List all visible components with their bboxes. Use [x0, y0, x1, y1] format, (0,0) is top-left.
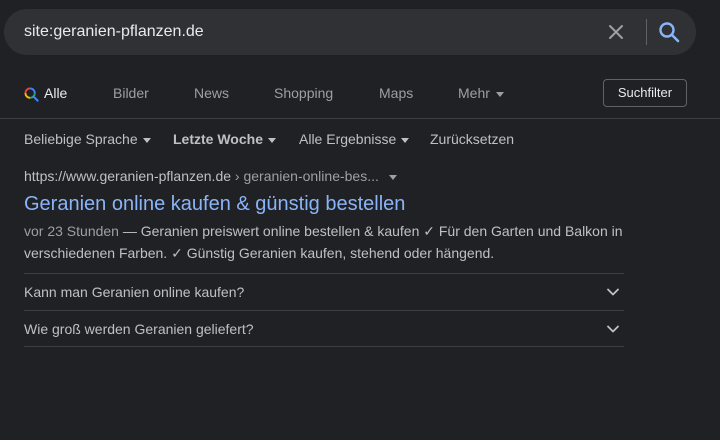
- tab-label: Mehr: [458, 85, 490, 101]
- caret-down-icon[interactable]: [388, 174, 397, 180]
- result-url-path: › geranien-online-bes...: [231, 168, 379, 184]
- caret-down-icon: [267, 137, 276, 143]
- suchfilter-button[interactable]: Suchfilter: [603, 79, 687, 107]
- caret-down-icon: [401, 137, 410, 143]
- close-icon: [609, 25, 623, 39]
- tab-shopping[interactable]: Shopping: [274, 78, 333, 108]
- filter-label: Alle Ergebnisse: [299, 131, 397, 147]
- tab-label: Shopping: [274, 85, 334, 101]
- caret-down-icon: [495, 91, 504, 97]
- tab-label: Bilder: [113, 85, 149, 101]
- chevron-down-icon: [607, 325, 619, 333]
- result-url-host: https://www.geranien-pflanzen.de: [24, 168, 232, 184]
- clear-search-button[interactable]: [604, 20, 628, 44]
- filter-time-dropdown[interactable]: Letzte Woche: [173, 128, 276, 150]
- faq-list: Kann man Geranien online kaufen? Wie gro…: [24, 273, 624, 347]
- faq-question: Wie groß werden Geranien geliefert?: [24, 321, 254, 337]
- tab-mehr[interactable]: Mehr: [458, 78, 504, 108]
- search-submit-button[interactable]: [656, 20, 682, 44]
- filter-results-dropdown[interactable]: Alle Ergebnisse: [299, 128, 410, 150]
- search-multicolor-icon: [24, 87, 39, 102]
- result-url[interactable]: https://www.geranien-pflanzen.de › geran…: [24, 167, 397, 185]
- searchbar-divider: [646, 19, 647, 45]
- filter-language-dropdown[interactable]: Beliebige Sprache: [24, 128, 151, 150]
- tab-maps[interactable]: Maps: [379, 78, 413, 108]
- search-input[interactable]: [24, 9, 584, 55]
- result-title-link[interactable]: Geranien online kaufen & günstig bestell…: [24, 191, 405, 217]
- result-snippet: vor 23 Stunden — Geranien preiswert onli…: [24, 220, 624, 264]
- tab-label: Maps: [379, 85, 414, 101]
- caret-down-icon: [142, 137, 151, 143]
- filter-reset-link[interactable]: Zurücksetzen: [430, 128, 514, 150]
- tab-label: News: [194, 85, 230, 101]
- chevron-down-icon: [607, 288, 619, 296]
- faq-item[interactable]: Kann man Geranien online kaufen?: [24, 273, 624, 310]
- faq-question: Kann man Geranien online kaufen?: [24, 284, 245, 300]
- search-icon: [659, 22, 680, 43]
- search-bar: [4, 9, 696, 55]
- result-separator: —: [118, 223, 141, 239]
- result-date: vor 23 Stunden: [24, 223, 119, 239]
- filter-label: Zurücksetzen: [430, 131, 515, 147]
- tab-alle[interactable]: Alle: [24, 78, 67, 108]
- faq-item[interactable]: Wie groß werden Geranien geliefert?: [24, 310, 624, 347]
- filter-label: Letzte Woche: [173, 131, 263, 147]
- search-results-page: Alle Bilder News Shopping Maps Mehr Such…: [0, 0, 720, 440]
- tab-news[interactable]: News: [194, 78, 229, 108]
- tab-bilder[interactable]: Bilder: [113, 78, 149, 108]
- filter-label: Beliebige Sprache: [24, 131, 138, 147]
- tab-label: Alle: [44, 85, 68, 101]
- tabs-divider: [0, 118, 720, 119]
